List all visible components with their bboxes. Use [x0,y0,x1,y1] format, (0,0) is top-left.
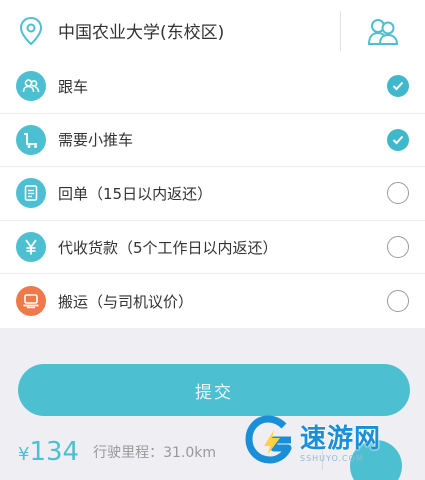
option-receipt-return[interactable]: 回单（15日以内返还） [0,167,425,221]
bottom-divider [322,434,323,470]
option-checkbox-unchecked[interactable] [387,236,409,259]
checkmark-icon [392,135,404,145]
price-value: 134 [29,437,80,467]
submit-button[interactable]: 提交 [18,364,410,416]
location-text[interactable]: 中国农业大学(东校区) [58,18,340,43]
option-label: 跟车 [58,77,89,96]
option-moving[interactable]: 搬运（与司机议价） [0,274,425,328]
distance-text: 行驶里程：31.0km [93,445,217,461]
contacts-button[interactable] [341,0,425,62]
contacts-icon [367,18,399,45]
option-label: 搬运（与司机议价） [58,292,194,311]
location-bar[interactable]: 中国农业大学(东校区) [0,0,425,62]
option-label: 代收货款（5个工作日以内返还） [58,238,278,257]
service-options-list: 跟车 需要小推车 回单（15日以内返还） 代收货款（5个工作日以内返还） 搬运（… [0,60,425,328]
option-checkbox-unchecked[interactable] [387,182,409,205]
people-icon [16,71,46,102]
moving-icon [16,286,46,317]
option-label: 回单（15日以内返还） [58,184,213,203]
floating-action-button[interactable] [350,440,402,480]
currency-symbol: ¥ [18,444,30,465]
option-checkbox-checked[interactable] [387,128,409,151]
receipt-icon [16,178,46,209]
checkmark-icon [392,82,404,91]
price-display: ¥134 [18,437,79,467]
option-label: 需要小推车 [58,131,134,150]
price-bar: ¥134 行驶里程：31.0km [0,424,425,480]
option-checkbox-unchecked[interactable] [387,290,409,313]
location-pin-icon [16,16,46,46]
cart-icon [16,124,46,155]
option-cash-on-delivery[interactable]: 代收货款（5个工作日以内返还） [0,221,425,275]
option-follow-car[interactable]: 跟车 [0,60,425,114]
option-need-trolley[interactable]: 需要小推车 [0,114,425,168]
yen-icon [16,232,46,263]
option-checkbox-checked[interactable] [387,75,409,98]
